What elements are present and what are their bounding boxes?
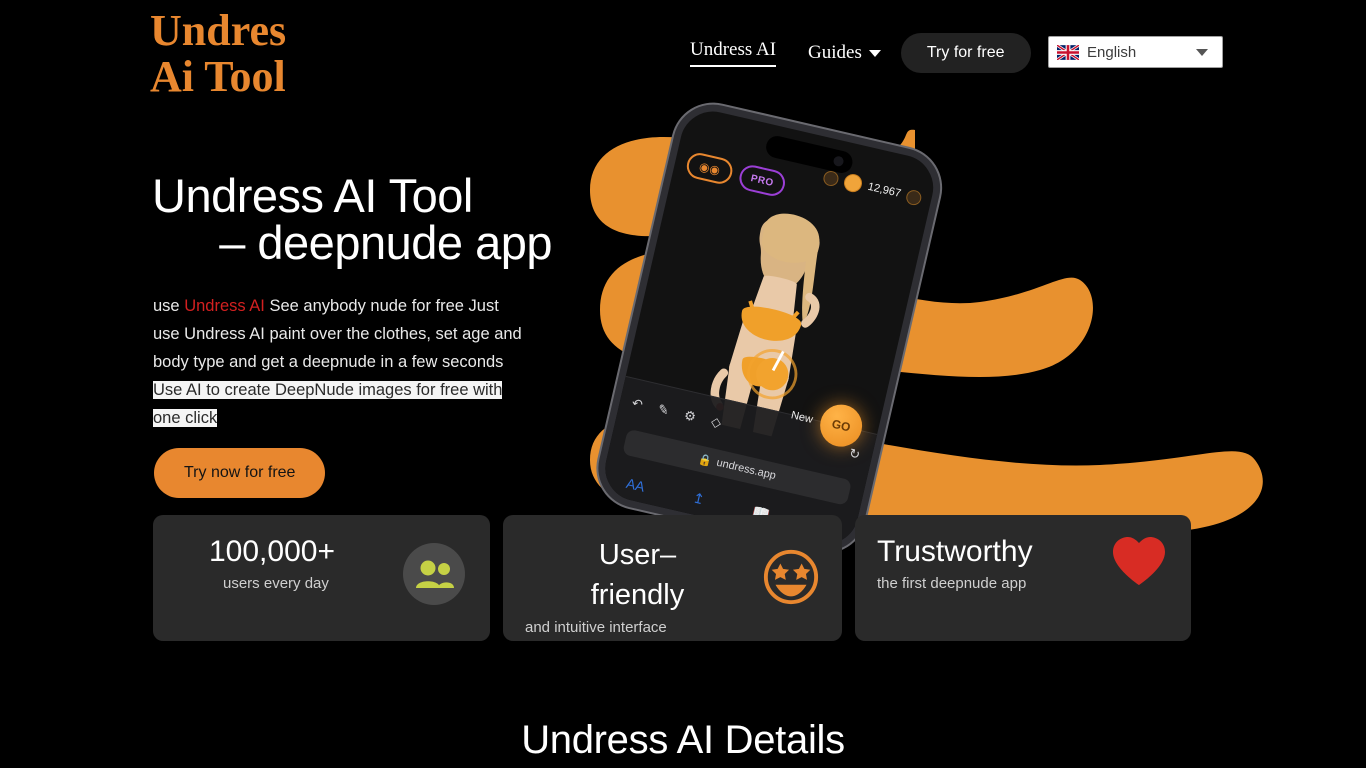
hero-title: Undress AI Tool – deepnude app bbox=[152, 169, 553, 269]
coin-icon bbox=[842, 172, 865, 194]
profile-icon bbox=[904, 188, 923, 207]
feature-cards: 100,000+ users every day User– friendly … bbox=[153, 515, 1198, 641]
eraser-icon[interactable]: ◇ bbox=[709, 413, 723, 431]
star-struck-face-icon bbox=[763, 549, 819, 605]
hero-para-part-1: use bbox=[153, 297, 185, 315]
undo-icon[interactable]: ↶ bbox=[630, 395, 644, 413]
people-icon-circle bbox=[403, 543, 465, 605]
language-label: English bbox=[1087, 43, 1137, 61]
try-now-for-free-button[interactable]: Try now for free bbox=[154, 448, 326, 498]
nav-guides-label: Guides bbox=[808, 42, 862, 63]
settings-gear-icon[interactable]: ⚙ bbox=[682, 407, 698, 425]
app-top-left-controls: ◉◉ PRO bbox=[684, 150, 788, 199]
hero-title-line-2: – deepnude app bbox=[219, 216, 552, 269]
language-selector[interactable]: English bbox=[1048, 36, 1223, 68]
card-user-friendly: User– friendly and intuitive interface bbox=[503, 515, 842, 641]
nav-link-guides[interactable]: Guides bbox=[808, 42, 881, 64]
url-text: undress.app bbox=[715, 456, 778, 483]
people-icon bbox=[416, 560, 454, 588]
page-root: Undres Ai Tool Undress AI Guides Try for… bbox=[0, 0, 1366, 768]
logo-line-2: Ai Tool bbox=[150, 52, 286, 101]
heart-icon bbox=[1113, 537, 1165, 585]
refresh-icon[interactable]: ↻ bbox=[847, 445, 862, 463]
card-user-friendly-subtitle: and intuitive interface bbox=[525, 619, 667, 636]
card-trustworthy: Trustworthy the first deepnude app bbox=[855, 515, 1191, 641]
try-for-free-button[interactable]: Try for free bbox=[900, 33, 1031, 73]
tool-row-spacer bbox=[737, 427, 834, 449]
pro-badge[interactable]: PRO bbox=[736, 162, 788, 199]
uk-flag-icon bbox=[1057, 44, 1079, 60]
eyes-toggle-icon[interactable]: ◉◉ bbox=[684, 150, 735, 187]
lock-icon: 🔒 bbox=[697, 453, 714, 468]
chevron-down-icon bbox=[868, 49, 881, 57]
front-camera-icon bbox=[832, 155, 845, 168]
hero-brand-link[interactable]: Undress AI bbox=[184, 297, 265, 315]
hero-paragraph: use Undress AI See anybody nude for free… bbox=[153, 292, 525, 432]
main-navigation: Undress AI Guides Try for free bbox=[690, 33, 1031, 73]
hero-title-line-1: Undress AI Tool bbox=[152, 169, 473, 222]
site-logo[interactable]: Undres Ai Tool bbox=[150, 8, 286, 100]
coin-balance: 12,967 bbox=[822, 168, 923, 208]
share-icon[interactable]: ↥ bbox=[691, 489, 706, 508]
chevron-down-icon bbox=[1196, 48, 1208, 56]
nav-link-undress-ai[interactable]: Undress AI bbox=[690, 39, 777, 67]
coin-count-label: 12,967 bbox=[866, 180, 903, 200]
brush-icon[interactable]: ✎ bbox=[656, 401, 671, 419]
details-section-title: Undress AI Details bbox=[521, 718, 845, 762]
logo-line-1: Undres bbox=[150, 6, 287, 55]
card-users: 100,000+ users every day bbox=[153, 515, 490, 641]
text-size-icon[interactable]: AA bbox=[625, 475, 647, 495]
hero-selected-text: Use AI to create DeepNude images for fre… bbox=[153, 381, 503, 427]
